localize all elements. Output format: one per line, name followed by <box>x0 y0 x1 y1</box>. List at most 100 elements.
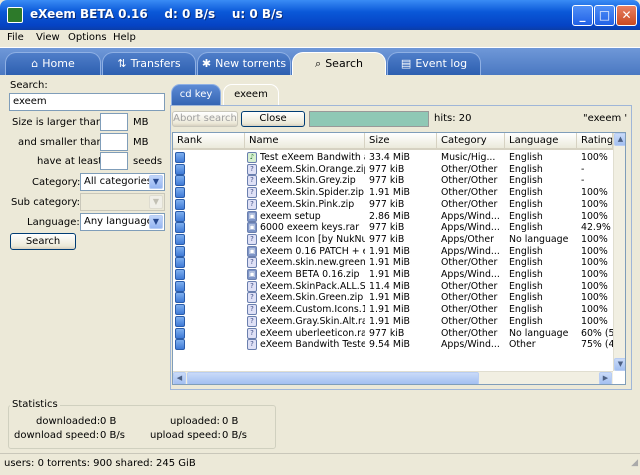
table-row[interactable]: ? eXeem.Custom.Icons.1. 1.91 MiB Other/Othe… <box>173 304 613 316</box>
table-row[interactable]: ? eXeem.Skin.Spider.zip 1.91 MiB Other/Othe… <box>173 187 613 199</box>
cell-rating: 100% <box>581 187 608 199</box>
table-row[interactable]: ? eXeem.Skin.Pink.zip 977 kiB Other/Other En… <box>173 198 613 211</box>
results-table[interactable]: Rank Name Size Category Language Rating … <box>172 132 626 385</box>
cell-size: 977 kiB <box>369 327 405 339</box>
cell-rating: 100% <box>581 292 608 304</box>
cell-size: 977 kiB <box>369 175 405 187</box>
cell-rating: 100% <box>581 269 608 280</box>
table-row[interactable]: ? eXeem.SkinPack.ALL.S 11.4 MiB Other/Other… <box>173 280 613 293</box>
table-row[interactable]: ▣ eXeem BETA 0.16.zip 1.91 MiB Apps/Wind...… <box>173 269 613 281</box>
size-larger-input[interactable] <box>100 113 128 131</box>
table-row[interactable]: ? eXeem.Skin.Green.zip 1.91 MiB Other/Other… <box>173 292 613 304</box>
column-size[interactable]: Size <box>365 133 437 150</box>
close-window-button[interactable]: ✕ <box>616 5 637 26</box>
rank-icon <box>175 163 185 175</box>
close-search-button[interactable]: Close <box>241 111 305 127</box>
close-icon: ✕ <box>621 8 632 22</box>
main-tab-bar: ⌂ Home ⇅ Transfers ✱ New torrents ⌕ Search ▤… <box>0 48 640 75</box>
unknown-file-icon: ? <box>247 175 257 187</box>
unknown-file-icon: ? <box>247 339 257 351</box>
column-rank[interactable]: Rank <box>173 133 245 150</box>
tab-cd-key[interactable]: cd key <box>171 84 221 105</box>
cell-category: Other/Other <box>441 257 498 269</box>
unknown-file-icon: ? <box>247 304 257 316</box>
table-row[interactable]: ? eXeem Bandwith Tester 9.54 MiB Apps/Wind.… <box>173 339 613 351</box>
cell-rating: 100% <box>581 233 608 245</box>
rank-icon <box>175 339 185 351</box>
language-select[interactable]: Any language ▼ <box>80 213 165 231</box>
title-bar[interactable]: eXeem BETA 0.16 d: 0 B/s u: 0 B/s _ □ ✕ <box>0 0 640 30</box>
table-row[interactable]: ▣ 6000 exeem keys.rar 977 kiB Apps/Wind... E… <box>173 222 613 234</box>
tab-search[interactable]: ⌕ Search <box>292 52 386 75</box>
search-button[interactable]: Search <box>10 233 76 250</box>
cell-size: 1.91 MiB <box>369 187 410 199</box>
maximize-button[interactable]: □ <box>594 5 615 26</box>
cell-category: Apps/Wind... <box>441 339 500 351</box>
menu-view[interactable]: View <box>36 32 60 43</box>
cell-language: English <box>509 210 543 222</box>
subcategory-select[interactable]: ▼ <box>80 193 165 211</box>
size-smaller-unit: MB <box>133 137 149 148</box>
cell-category: Other/Other <box>441 327 498 339</box>
cell-size: 1.91 MiB <box>369 245 410 257</box>
rank-icon <box>175 152 185 163</box>
column-category[interactable]: Category <box>437 133 505 150</box>
cell-size: 33.4 MiB <box>369 152 410 163</box>
scroll-down-icon[interactable]: ▼ <box>614 358 625 371</box>
table-row[interactable]: ? eXeem uberleeticon.rar 977 kiB Other/Othe… <box>173 327 613 340</box>
seeds-input[interactable] <box>100 152 128 170</box>
chevron-down-icon[interactable]: ▼ <box>149 175 163 189</box>
cell-rating: 100% <box>581 280 608 292</box>
table-row[interactable]: ? eXeem Icon [by NukNuk 977 kiB Apps/Other N… <box>173 233 613 246</box>
search-input[interactable]: exeem <box>9 93 165 111</box>
table-row[interactable]: ? eXeem.skin.new.green.z 1.91 MiB Other/Oth… <box>173 257 613 269</box>
chevron-down-icon[interactable]: ▼ <box>149 195 163 209</box>
tab-exeem[interactable]: exeem <box>223 84 279 105</box>
cell-category: Other/Other <box>441 187 498 199</box>
cell-rating: 100% <box>581 245 608 257</box>
cell-category: Other/Other <box>441 315 498 327</box>
menu-options[interactable]: Options <box>68 32 107 43</box>
chevron-down-icon[interactable]: ▼ <box>149 215 163 229</box>
app-file-icon: ▣ <box>247 245 257 257</box>
cell-name: eXeem.Gray.Skin.Alt.rar <box>260 315 365 327</box>
rank-icon <box>175 233 185 245</box>
cell-category: Other/Other <box>441 304 498 316</box>
table-row[interactable]: ▣ exeem setup 2.86 MiB Apps/Wind... English 1… <box>173 210 613 223</box>
column-name[interactable]: Name <box>245 133 365 150</box>
table-row[interactable]: ? eXeem.Gray.Skin.Alt.rar 1.91 MiB Other/Ot… <box>173 315 613 328</box>
scroll-left-icon[interactable]: ◀ <box>173 372 186 384</box>
menu-help[interactable]: Help <box>113 32 136 43</box>
cell-language: Other <box>509 339 536 351</box>
tab-transfers[interactable]: ⇅ Transfers <box>102 52 196 75</box>
cell-category: Other/Other <box>441 280 498 292</box>
search-icon: ⌕ <box>315 57 322 70</box>
tab-new-torrents[interactable]: ✱ New torrents <box>197 52 291 75</box>
resize-grip-icon[interactable]: ◢ <box>631 453 638 473</box>
size-smaller-input[interactable] <box>100 133 128 151</box>
abort-search-button[interactable]: Abort search <box>172 111 238 127</box>
table-row[interactable]: ▣ eXeem 0.16 PATCH + e 1.91 MiB Apps/Wind..… <box>173 245 613 258</box>
vertical-scrollbar[interactable]: ▲ ▼ <box>613 133 625 371</box>
cell-name: eXeem uberleeticon.rar <box>260 327 365 339</box>
table-row[interactable]: ? eXeem.Skin.Grey.zip 977 kiB Other/Other En… <box>173 175 613 187</box>
cell-rating: 100% <box>581 210 608 222</box>
table-row[interactable]: ? eXeem.Skin.Orange.zip 977 kiB Other/Other… <box>173 163 613 176</box>
category-select[interactable]: All categories ▼ <box>80 173 165 191</box>
tab-home[interactable]: ⌂ Home <box>5 52 101 75</box>
column-language[interactable]: Language <box>505 133 577 150</box>
minimize-button[interactable]: _ <box>572 5 593 26</box>
menu-file[interactable]: File <box>7 32 24 43</box>
scroll-up-icon[interactable]: ▲ <box>614 133 625 146</box>
table-row[interactable]: ♪ Test eXeem Bandwith a 33.4 MiB Music/Hig.… <box>173 152 613 164</box>
cell-size: 1.91 MiB <box>369 315 410 327</box>
column-rating[interactable]: Rating <box>577 133 613 150</box>
cell-size: 977 kiB <box>369 222 405 234</box>
horizontal-scrollbar[interactable]: ◀ ▶ <box>173 371 613 384</box>
minimize-icon: _ <box>579 8 586 22</box>
subcategory-label: Sub category: <box>11 197 81 208</box>
horizontal-scroll-thumb[interactable] <box>187 372 479 384</box>
tab-event-log[interactable]: ▤ Event log <box>387 52 481 75</box>
scroll-right-icon[interactable]: ▶ <box>599 372 612 384</box>
unknown-file-icon: ? <box>247 327 257 339</box>
